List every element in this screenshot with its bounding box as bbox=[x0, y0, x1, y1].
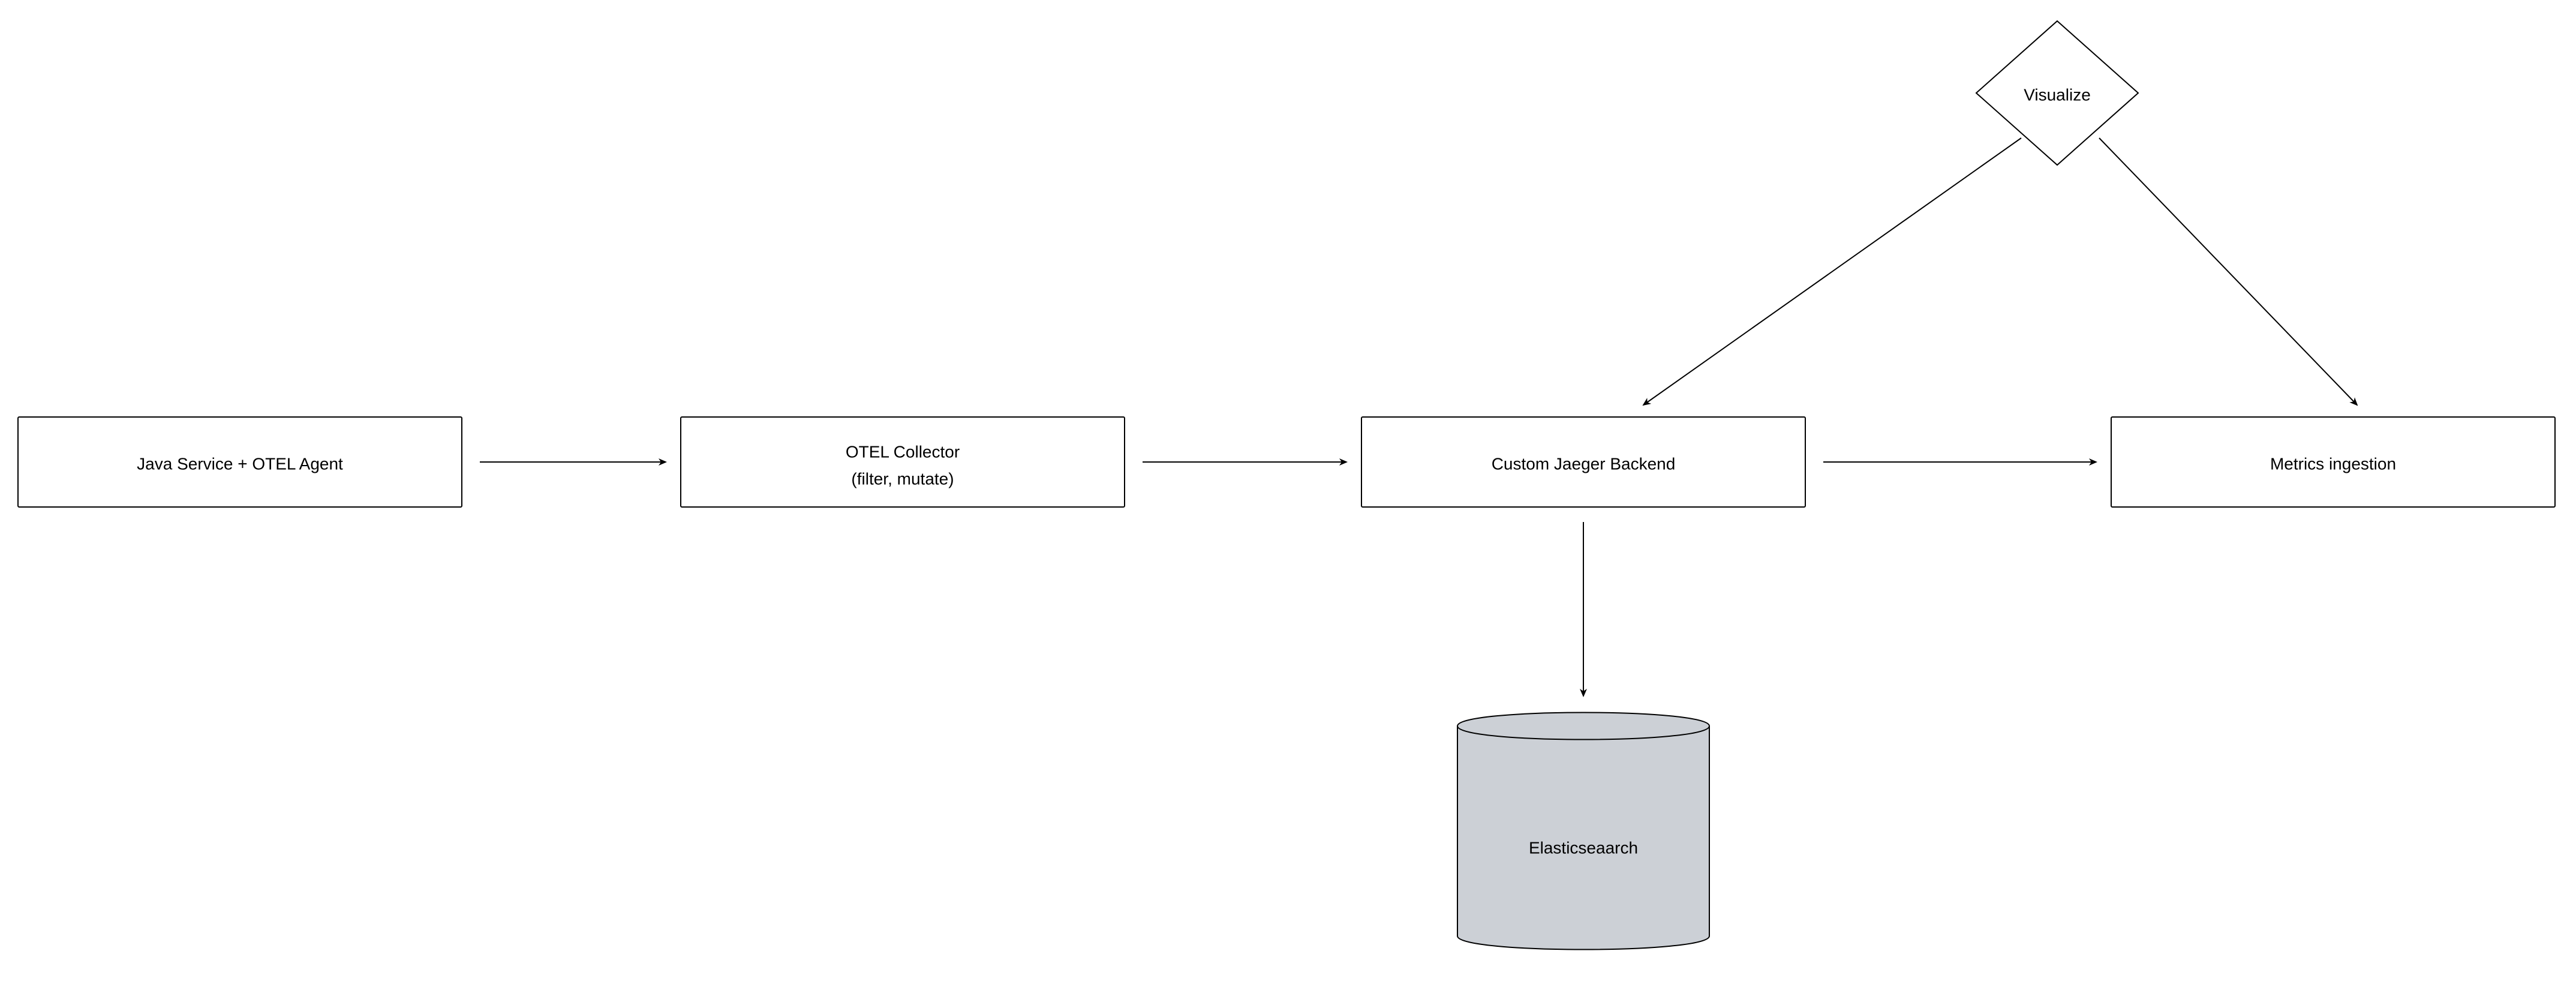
node-otel-collector: OTEL Collector (filter, mutate) bbox=[681, 417, 1125, 507]
edge-visualize-to-jaeger bbox=[1643, 138, 2021, 405]
node-otel-collector-label-2: (filter, mutate) bbox=[851, 469, 954, 488]
node-otel-collector-label-1: OTEL Collector bbox=[846, 442, 960, 461]
node-visualize-label: Visualize bbox=[2024, 85, 2091, 104]
node-metrics-ingestion: Metrics ingestion bbox=[2111, 417, 2555, 507]
node-jaeger-backend-label: Custom Jaeger Backend bbox=[1492, 454, 1676, 473]
edge-visualize-to-metrics bbox=[2099, 138, 2357, 405]
node-jaeger-backend: Custom Jaeger Backend bbox=[1361, 417, 1805, 507]
architecture-diagram: Java Service + OTEL Agent OTEL Collector… bbox=[0, 0, 2576, 981]
node-elasticsearch-label: Elasticseaarch bbox=[1529, 838, 1638, 857]
node-java-service-label: Java Service + OTEL Agent bbox=[137, 454, 343, 473]
node-visualize: Visualize bbox=[1976, 21, 2138, 165]
node-metrics-ingestion-label: Metrics ingestion bbox=[2270, 454, 2396, 473]
node-java-service: Java Service + OTEL Agent bbox=[18, 417, 462, 507]
node-elasticsearch: Elasticseaarch bbox=[1457, 713, 1709, 950]
